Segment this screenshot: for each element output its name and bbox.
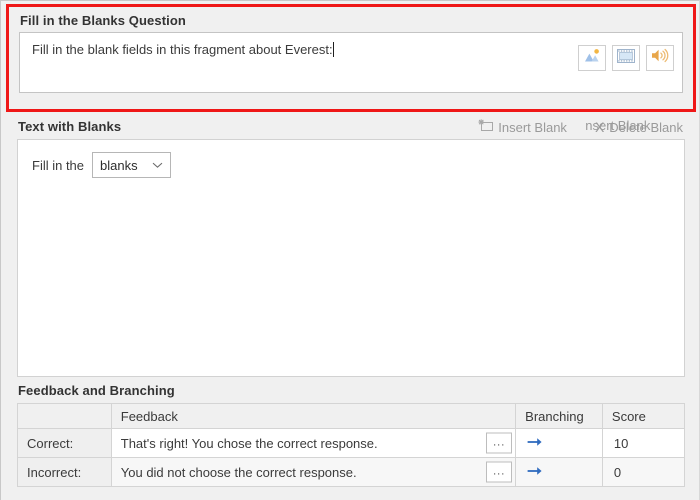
- feedback-cell-correct[interactable]: That's right! You chose the correct resp…: [110, 428, 517, 458]
- blank-dropdown[interactable]: blanks: [92, 152, 172, 178]
- feedback-text-correct: That's right! You chose the correct resp…: [120, 435, 378, 451]
- row-label-incorrect: Incorrect:: [17, 457, 112, 487]
- score-cell-correct[interactable]: 10: [601, 428, 686, 458]
- table-row: Incorrect: You did not choose the correc…: [17, 457, 686, 487]
- media-buttons-group: [578, 45, 674, 71]
- insert-picture-button[interactable]: [578, 45, 606, 71]
- question-text-box[interactable]: Fill in the blank fields in this fragmen…: [19, 32, 683, 93]
- score-cell-incorrect[interactable]: 0: [601, 457, 686, 487]
- header-score: Score: [601, 403, 686, 429]
- blanks-editor-panel[interactable]: Fill in the blanks: [17, 139, 685, 377]
- video-icon: [617, 48, 635, 68]
- header-branching: Branching: [515, 403, 603, 429]
- header-feedback: Feedback: [110, 403, 517, 429]
- insert-blank-label-ghost: nsert Blank: [585, 118, 651, 133]
- question-section-title: Fill in the Blanks Question: [20, 13, 186, 28]
- branching-cell-incorrect[interactable]: [515, 457, 603, 487]
- branching-arrow-icon[interactable]: [527, 465, 542, 477]
- insert-video-button[interactable]: [612, 45, 640, 71]
- insert-blank-button[interactable]: Insert Blank nsert Blank: [478, 118, 650, 135]
- blank-dropdown-value: blanks: [100, 157, 138, 173]
- chevron-down-icon: [152, 162, 163, 169]
- header-blank: [17, 403, 112, 429]
- picture-icon: [584, 48, 601, 68]
- question-text-content: Fill in the blank fields in this fragmen…: [32, 42, 333, 57]
- blank-line: Fill in the blanks: [32, 152, 172, 178]
- feedback-text-incorrect: You did not choose the correct response.: [120, 464, 357, 480]
- table-row: Correct: That's right! You chose the cor…: [17, 428, 686, 458]
- row-label-correct: Correct:: [17, 428, 112, 458]
- blanks-toolbar: Insert Blank nsert Blank X Delete Blank: [478, 118, 683, 136]
- insert-blank-icon: [478, 119, 494, 135]
- feedback-table: Feedback Branching Score Correct: That's…: [17, 403, 686, 487]
- branching-arrow-icon[interactable]: [527, 436, 542, 448]
- insert-blank-label: Insert Blank: [498, 119, 567, 135]
- branching-cell-correct[interactable]: [515, 428, 603, 458]
- feedback-more-button-correct[interactable]: ...: [486, 432, 513, 454]
- blank-line-prefix: Fill in the: [32, 157, 85, 173]
- audio-icon: [651, 48, 669, 68]
- question-text-value: Fill in the blank fields in this fragmen…: [32, 42, 334, 57]
- feedback-section-title: Feedback and Branching: [18, 383, 175, 398]
- insert-audio-button[interactable]: [646, 45, 674, 71]
- text-caret: [332, 42, 334, 57]
- feedback-more-button-incorrect[interactable]: ...: [486, 461, 513, 483]
- fill-in-the-blanks-editor: Fill in the Blanks Question Fill in the …: [0, 0, 700, 500]
- blanks-section-title: Text with Blanks: [18, 119, 122, 134]
- table-header-row: Feedback Branching Score: [17, 403, 686, 429]
- feedback-cell-incorrect[interactable]: You did not choose the correct response.…: [110, 457, 517, 487]
